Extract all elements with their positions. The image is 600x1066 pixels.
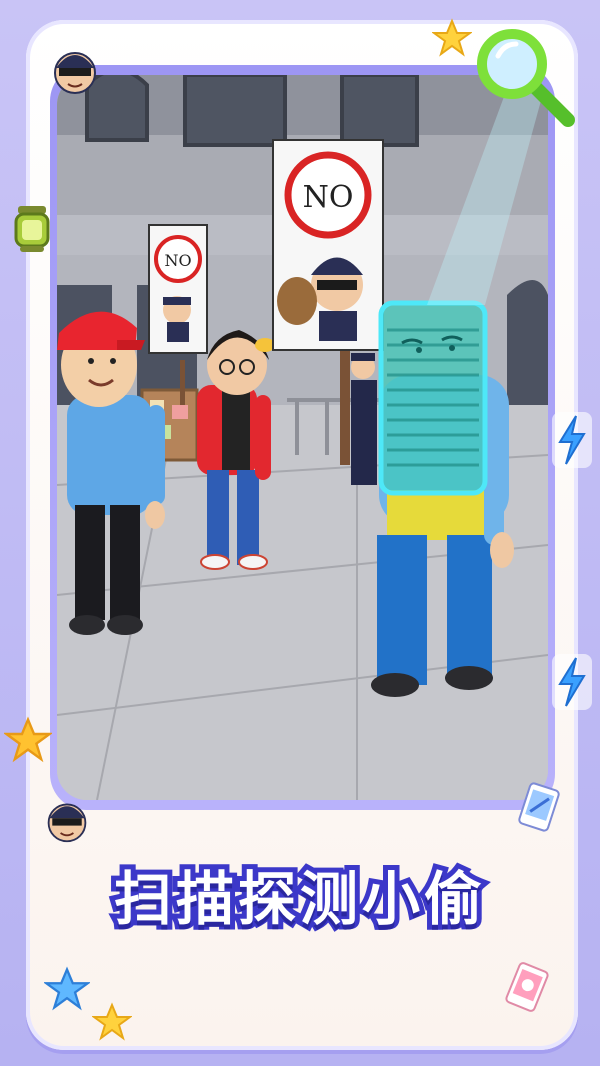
- star-icon: [432, 18, 472, 57]
- lantern-icon: [14, 206, 50, 252]
- lightning-icon: [552, 654, 592, 710]
- star-icon: [44, 966, 90, 1011]
- thief-face-icon: [54, 52, 96, 94]
- sign-left-text: NO: [164, 251, 191, 270]
- policeman: [351, 353, 377, 485]
- game-scene: NO NO: [57, 75, 548, 800]
- scan-box: [378, 300, 488, 496]
- lightning-icon: [552, 412, 592, 468]
- sign-right-text: NO: [303, 180, 354, 215]
- star-icon: [4, 716, 52, 763]
- star-icon: [92, 1002, 132, 1041]
- thief-face-icon: [47, 803, 87, 843]
- magnifier-icon: [477, 29, 575, 127]
- banner-title: 扫描探测小偷: [109, 860, 487, 938]
- card-icon: [518, 782, 560, 832]
- card-icon: [505, 962, 549, 1012]
